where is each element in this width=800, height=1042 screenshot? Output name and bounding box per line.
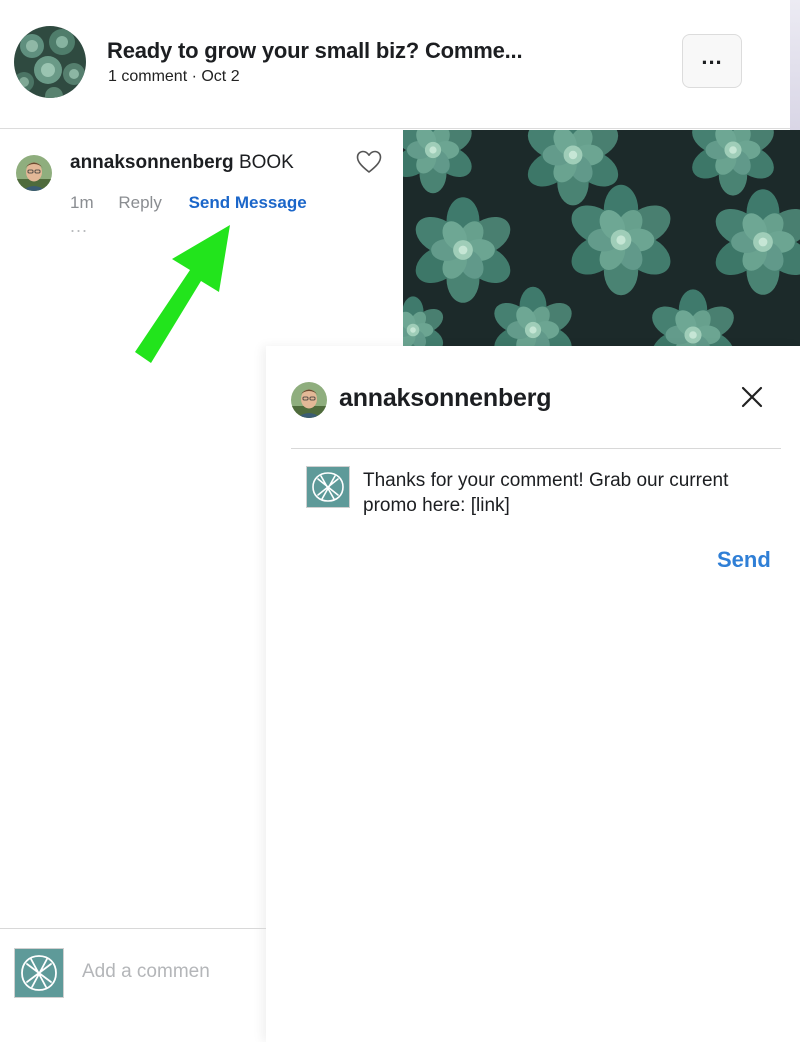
page-logo-icon xyxy=(14,948,64,998)
send-message-link[interactable]: Send Message xyxy=(189,193,307,212)
send-message-dialog: annaksonnenberg Thanks for your comment!… xyxy=(266,346,800,1042)
heart-outline-icon[interactable] xyxy=(356,150,382,174)
comment-more-icon[interactable]: ... xyxy=(70,217,88,235)
comment-actions: 1m Reply Send Message xyxy=(70,193,307,213)
send-button[interactable]: Send xyxy=(717,547,771,573)
add-comment-input[interactable] xyxy=(82,959,262,985)
succulents-image xyxy=(403,130,800,346)
composer-divider xyxy=(0,928,266,929)
page-logo-icon xyxy=(306,466,350,508)
comment-timestamp: 1m xyxy=(70,193,94,212)
recipient-avatar xyxy=(291,382,327,418)
post-header: Ready to grow your small biz? Comme... 1… xyxy=(0,0,790,129)
more-options-label: ... xyxy=(701,44,723,69)
message-text[interactable]: Thanks for your comment! Grab our curren… xyxy=(363,468,743,518)
post-image[interactable] xyxy=(403,130,800,346)
close-icon[interactable] xyxy=(739,384,765,410)
commenter-avatar[interactable] xyxy=(16,155,52,191)
post-meta: 1 comment · Oct 2 xyxy=(108,68,240,85)
dialog-divider xyxy=(291,448,781,449)
commenter-username[interactable]: annaksonnenberg xyxy=(70,152,234,173)
more-options-button[interactable]: ... xyxy=(682,34,742,88)
comment-body: annaksonnenberg BOOK xyxy=(70,152,294,174)
reply-link[interactable]: Reply xyxy=(118,193,161,212)
post-title: Ready to grow your small biz? Comme... xyxy=(107,38,523,63)
comment-text: BOOK xyxy=(238,152,294,173)
recipient-username: annaksonnenberg xyxy=(339,384,552,412)
window-edge xyxy=(790,0,800,130)
page-avatar[interactable] xyxy=(14,26,86,98)
green-arrow-icon xyxy=(135,225,230,363)
